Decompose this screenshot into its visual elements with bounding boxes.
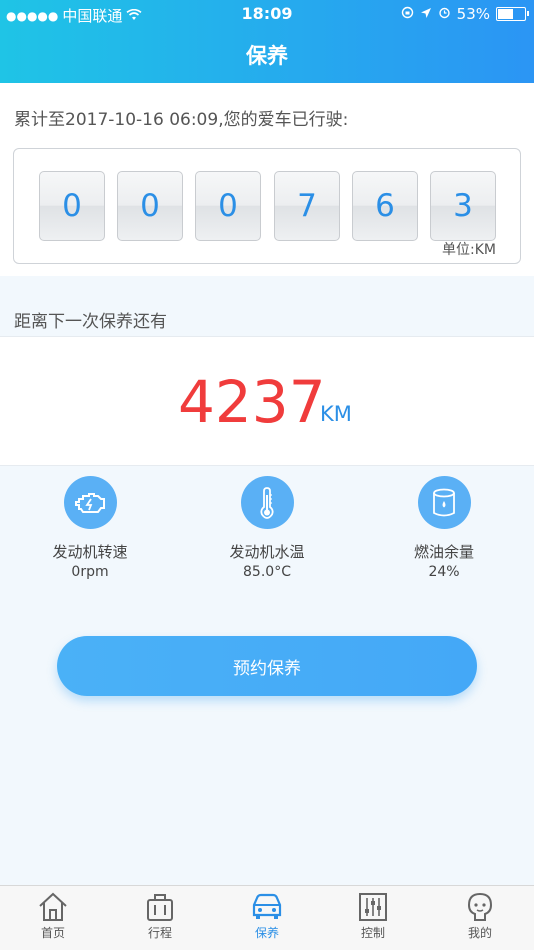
fuel-barrel-icon [417, 476, 471, 529]
next-service-panel: 4237 KM [0, 336, 534, 466]
odometer-digit: 0 [39, 171, 105, 241]
gauge-label: 发动机水温 [229, 543, 305, 561]
gauge-engine-rpm: 发动机转速 0rpm [10, 476, 170, 580]
gauge-label: 发动机转速 [52, 543, 128, 561]
gauge-value: 85.0°C [243, 564, 291, 580]
engine-icon [63, 476, 117, 529]
rotation-lock-icon [401, 5, 414, 23]
odometer-digit: 0 [117, 171, 183, 241]
header: ●●●●● 中国联通 18:09 53% 保养 [0, 0, 534, 83]
car-icon [252, 893, 282, 919]
gauge-value: 0rpm [71, 564, 109, 580]
tab-label: 控制 [360, 926, 385, 940]
tab-profile[interactable]: 我的 [427, 892, 533, 941]
odometer-section: 累计至2017-10-16 06:09,您的爱车已行驶: 0 0 0 7 6 3… [0, 83, 534, 276]
gauge-water-temp: 发动机水温 85.0°C [187, 476, 347, 580]
luggage-icon [147, 894, 173, 921]
tab-label: 我的 [467, 926, 492, 940]
tab-trips[interactable]: 行程 [107, 892, 213, 941]
book-maintenance-button[interactable]: 预约保养 [57, 636, 477, 696]
page-title: 保养 [246, 44, 288, 68]
tab-label: 首页 [40, 926, 65, 940]
odometer-digit: 3 [430, 171, 496, 241]
remaining-distance: 4237 [178, 368, 326, 436]
tab-bar: 首页 行程 保养 控制 我的 [0, 885, 534, 950]
next-service-caption: 距离下一次保养还有 [14, 312, 167, 332]
tab-maintenance[interactable]: 保养 [214, 892, 320, 941]
odometer-caption: 累计至2017-10-16 06:09,您的爱车已行驶: [14, 110, 349, 130]
home-icon [39, 892, 67, 921]
odometer-digit: 6 [352, 171, 418, 241]
location-icon [420, 5, 432, 23]
tab-home[interactable]: 首页 [0, 892, 106, 941]
alarm-icon [438, 5, 451, 23]
tab-label: 保养 [254, 926, 279, 940]
status-bar: ●●●●● 中国联通 18:09 53% [0, 0, 534, 28]
odometer-unit: 单位:KM [442, 242, 496, 258]
battery-icon [496, 7, 529, 21]
tab-control[interactable]: 控制 [320, 892, 426, 941]
odometer-digit: 7 [274, 171, 340, 241]
odometer-display: 0 0 0 7 6 3 单位:KM [13, 148, 521, 264]
gauge-fuel-level: 燃油余量 24% [364, 476, 524, 580]
tab-label: 行程 [147, 926, 172, 940]
odometer-digit: 0 [195, 171, 261, 241]
gauge-label: 燃油余量 [413, 543, 474, 561]
thermometer-icon [240, 476, 294, 529]
remaining-unit: KM [320, 402, 352, 426]
sliders-icon [359, 893, 387, 921]
battery-percent: 53% [456, 5, 490, 23]
gauge-value: 24% [428, 564, 460, 580]
person-icon [467, 892, 493, 921]
